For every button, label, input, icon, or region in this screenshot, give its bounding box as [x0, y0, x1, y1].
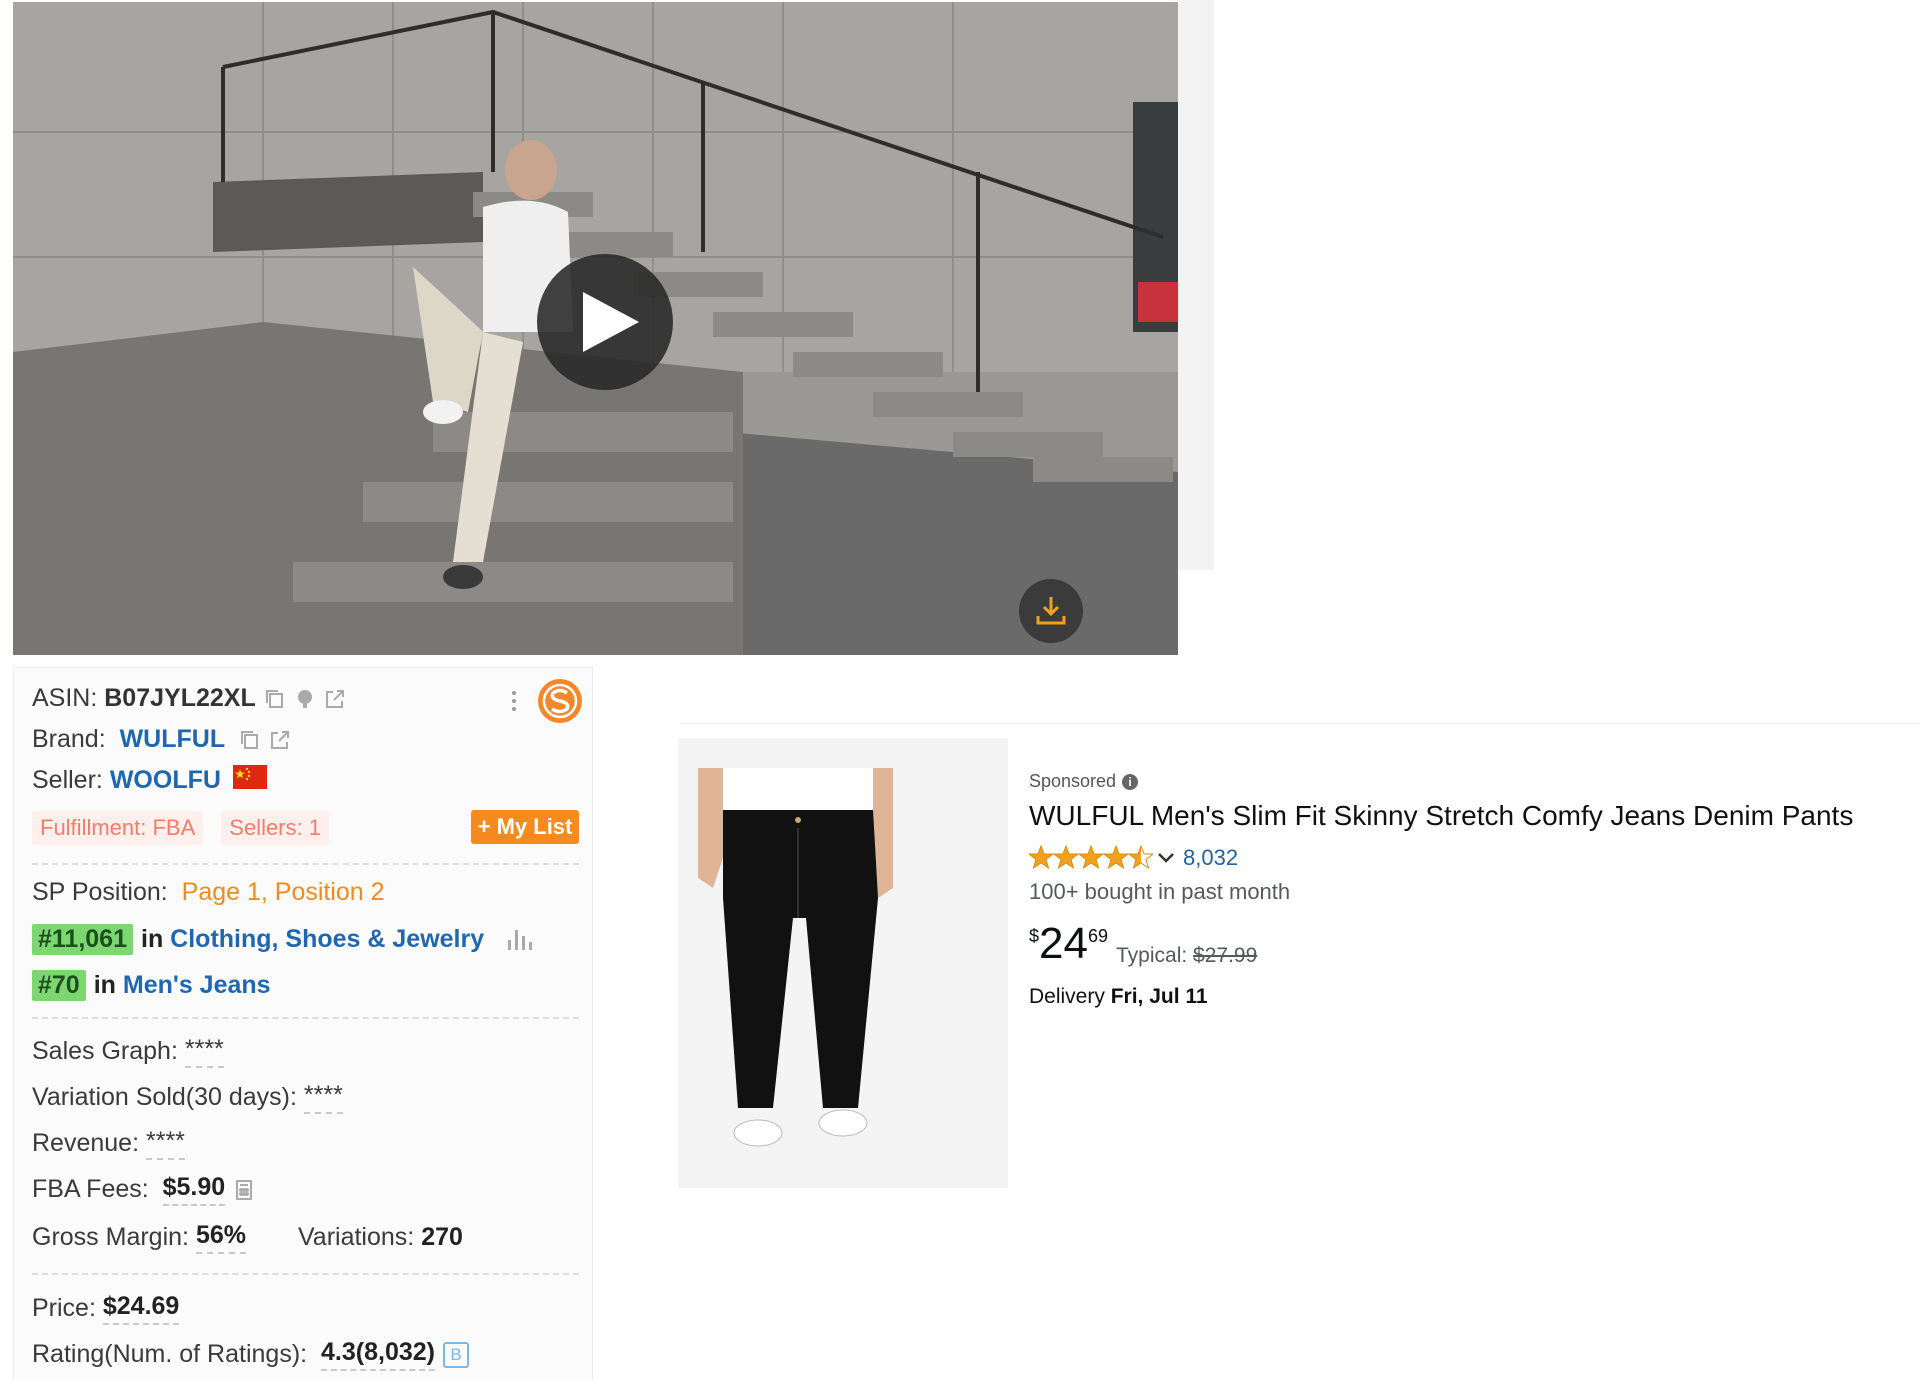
margin-row: Gross Margin: 56% Variations: 270	[32, 1221, 463, 1254]
china-flag-icon	[232, 765, 267, 796]
product-video[interactable]	[13, 2, 1178, 655]
star-rating-icon[interactable]	[1029, 845, 1153, 871]
sp-position-value: Page 1, Position 2	[181, 878, 385, 906]
variation-sold-label: Variation Sold(30 days):	[32, 1083, 297, 1111]
share-icon[interactable]	[324, 688, 346, 710]
fulfillment-badge: Fulfillment: FBA	[32, 811, 204, 845]
jeans-image	[678, 738, 1008, 1188]
copy-icon[interactable]	[264, 688, 286, 710]
revenue-value[interactable]: ****	[145, 1127, 185, 1160]
sp-position-row: SP Position: Page 1, Position 2	[32, 878, 385, 907]
fba-fees-value: $5.90	[162, 1173, 226, 1206]
brand-label: Brand:	[32, 725, 106, 753]
rank-category-link[interactable]: Men's Jeans	[123, 971, 271, 1000]
copy-icon[interactable]	[239, 729, 261, 751]
gross-margin-value: 56%	[195, 1221, 246, 1254]
price-fraction: 69	[1087, 926, 1108, 946]
sales-graph-value[interactable]: ****	[184, 1035, 224, 1068]
play-button[interactable]	[537, 254, 673, 390]
product-insights-panel: ASIN: B07JYL22XL Brand: WULFUL Seller: W…	[13, 667, 593, 1380]
brand-link[interactable]: WULFUL	[120, 725, 226, 754]
rank-badge: #11,061	[32, 924, 133, 955]
gross-margin-label: Gross Margin:	[32, 1223, 189, 1251]
sp-position-label: SP Position:	[32, 878, 168, 906]
rank-category-link[interactable]: Clothing, Shoes & Jewelry	[170, 925, 484, 954]
price-value: $24.69	[102, 1292, 180, 1325]
location-pin-icon[interactable]	[294, 688, 316, 710]
variations-value: 270	[421, 1223, 463, 1251]
video-backdrop	[1178, 0, 1214, 570]
asin-row: ASIN: B07JYL22XL	[32, 684, 346, 713]
add-to-my-list-button[interactable]: + My List	[471, 810, 579, 844]
product-title-link[interactable]: WULFUL Men's Slim Fit Skinny Stretch Com…	[1029, 800, 1853, 832]
info-icon[interactable]: i	[1122, 773, 1139, 790]
divider	[32, 1017, 579, 1019]
chevron-down-icon[interactable]	[1157, 851, 1175, 865]
price-symbol: $	[1029, 926, 1040, 946]
price-label: Price:	[32, 1294, 96, 1322]
variation-sold-row: Variation Sold(30 days): ****	[32, 1081, 343, 1114]
fba-fees-label: FBA Fees:	[32, 1175, 149, 1203]
seller-label: Seller:	[32, 766, 103, 794]
typical-price-value: $27.99	[1193, 944, 1258, 967]
typical-label: Typical:	[1116, 944, 1188, 967]
price-display: $ 24 69 Typical: $27.99	[1029, 922, 1257, 968]
typical-price: Typical: $27.99	[1116, 944, 1257, 968]
revenue-row: Revenue: ****	[32, 1127, 185, 1160]
rank-chart-icon[interactable]	[508, 929, 536, 950]
asin-value: B07JYL22XL	[104, 684, 256, 712]
variations-label: Variations:	[297, 1223, 415, 1251]
delivery-label: Delivery	[1029, 985, 1105, 1008]
rating-value: 4.3(8,032)	[321, 1338, 435, 1371]
delivery-info: Delivery Fri, Jul 11	[1029, 985, 1208, 1009]
card-divider	[680, 723, 1920, 724]
divider	[32, 863, 579, 865]
bought-count: 100+ bought in past month	[1029, 879, 1291, 904]
rank-row: #70 in Men's Jeans	[32, 970, 271, 1001]
rating-label: Rating(Num. of Ratings):	[32, 1340, 308, 1368]
asin-label: ASIN:	[32, 684, 98, 712]
price-row: Price: $24.69	[32, 1292, 180, 1325]
delivery-date: Fri, Jul 11	[1110, 985, 1208, 1008]
rating-row: Rating(Num. of Ratings): 4.3(8,032) B	[32, 1338, 469, 1371]
rating-b-badge[interactable]: B	[442, 1341, 469, 1368]
extension-logo[interactable]	[538, 679, 582, 723]
fba-fees-row: FBA Fees: $5.90	[32, 1173, 255, 1206]
chips-row: Fulfillment: FBA Sellers: 1	[32, 811, 347, 845]
more-options-icon[interactable]	[508, 687, 520, 719]
revenue-label: Revenue:	[32, 1129, 140, 1157]
product-image[interactable]	[678, 738, 1008, 1188]
rank-row: #11,061 in Clothing, Shoes & Jewelry	[32, 924, 536, 955]
sponsored-row: Sponsored i	[1029, 771, 1139, 792]
sales-graph-label: Sales Graph:	[32, 1037, 178, 1065]
rank-in-text: in	[93, 971, 116, 999]
rank-badge: #70	[32, 970, 86, 1001]
seller-link[interactable]: WOOLFU	[110, 766, 221, 795]
divider	[32, 1273, 579, 1275]
download-icon	[1036, 597, 1066, 625]
price-whole: 24	[1039, 919, 1088, 968]
seller-row: Seller: WOOLFU	[32, 765, 267, 796]
download-button[interactable]	[1019, 579, 1083, 643]
brand-row: Brand: WULFUL	[32, 725, 291, 754]
share-icon[interactable]	[269, 729, 291, 751]
sales-graph-row: Sales Graph: ****	[32, 1035, 224, 1068]
rating-count-link[interactable]: 8,032	[1183, 845, 1238, 871]
calculator-icon[interactable]	[233, 1179, 255, 1201]
rating-stars-row: 8,032	[1029, 845, 1238, 871]
sellers-badge: Sellers: 1	[221, 811, 329, 845]
sponsored-label: Sponsored	[1029, 771, 1117, 791]
variation-sold-value[interactable]: ****	[303, 1081, 343, 1114]
play-icon	[583, 292, 639, 352]
rank-in-text: in	[141, 925, 164, 953]
